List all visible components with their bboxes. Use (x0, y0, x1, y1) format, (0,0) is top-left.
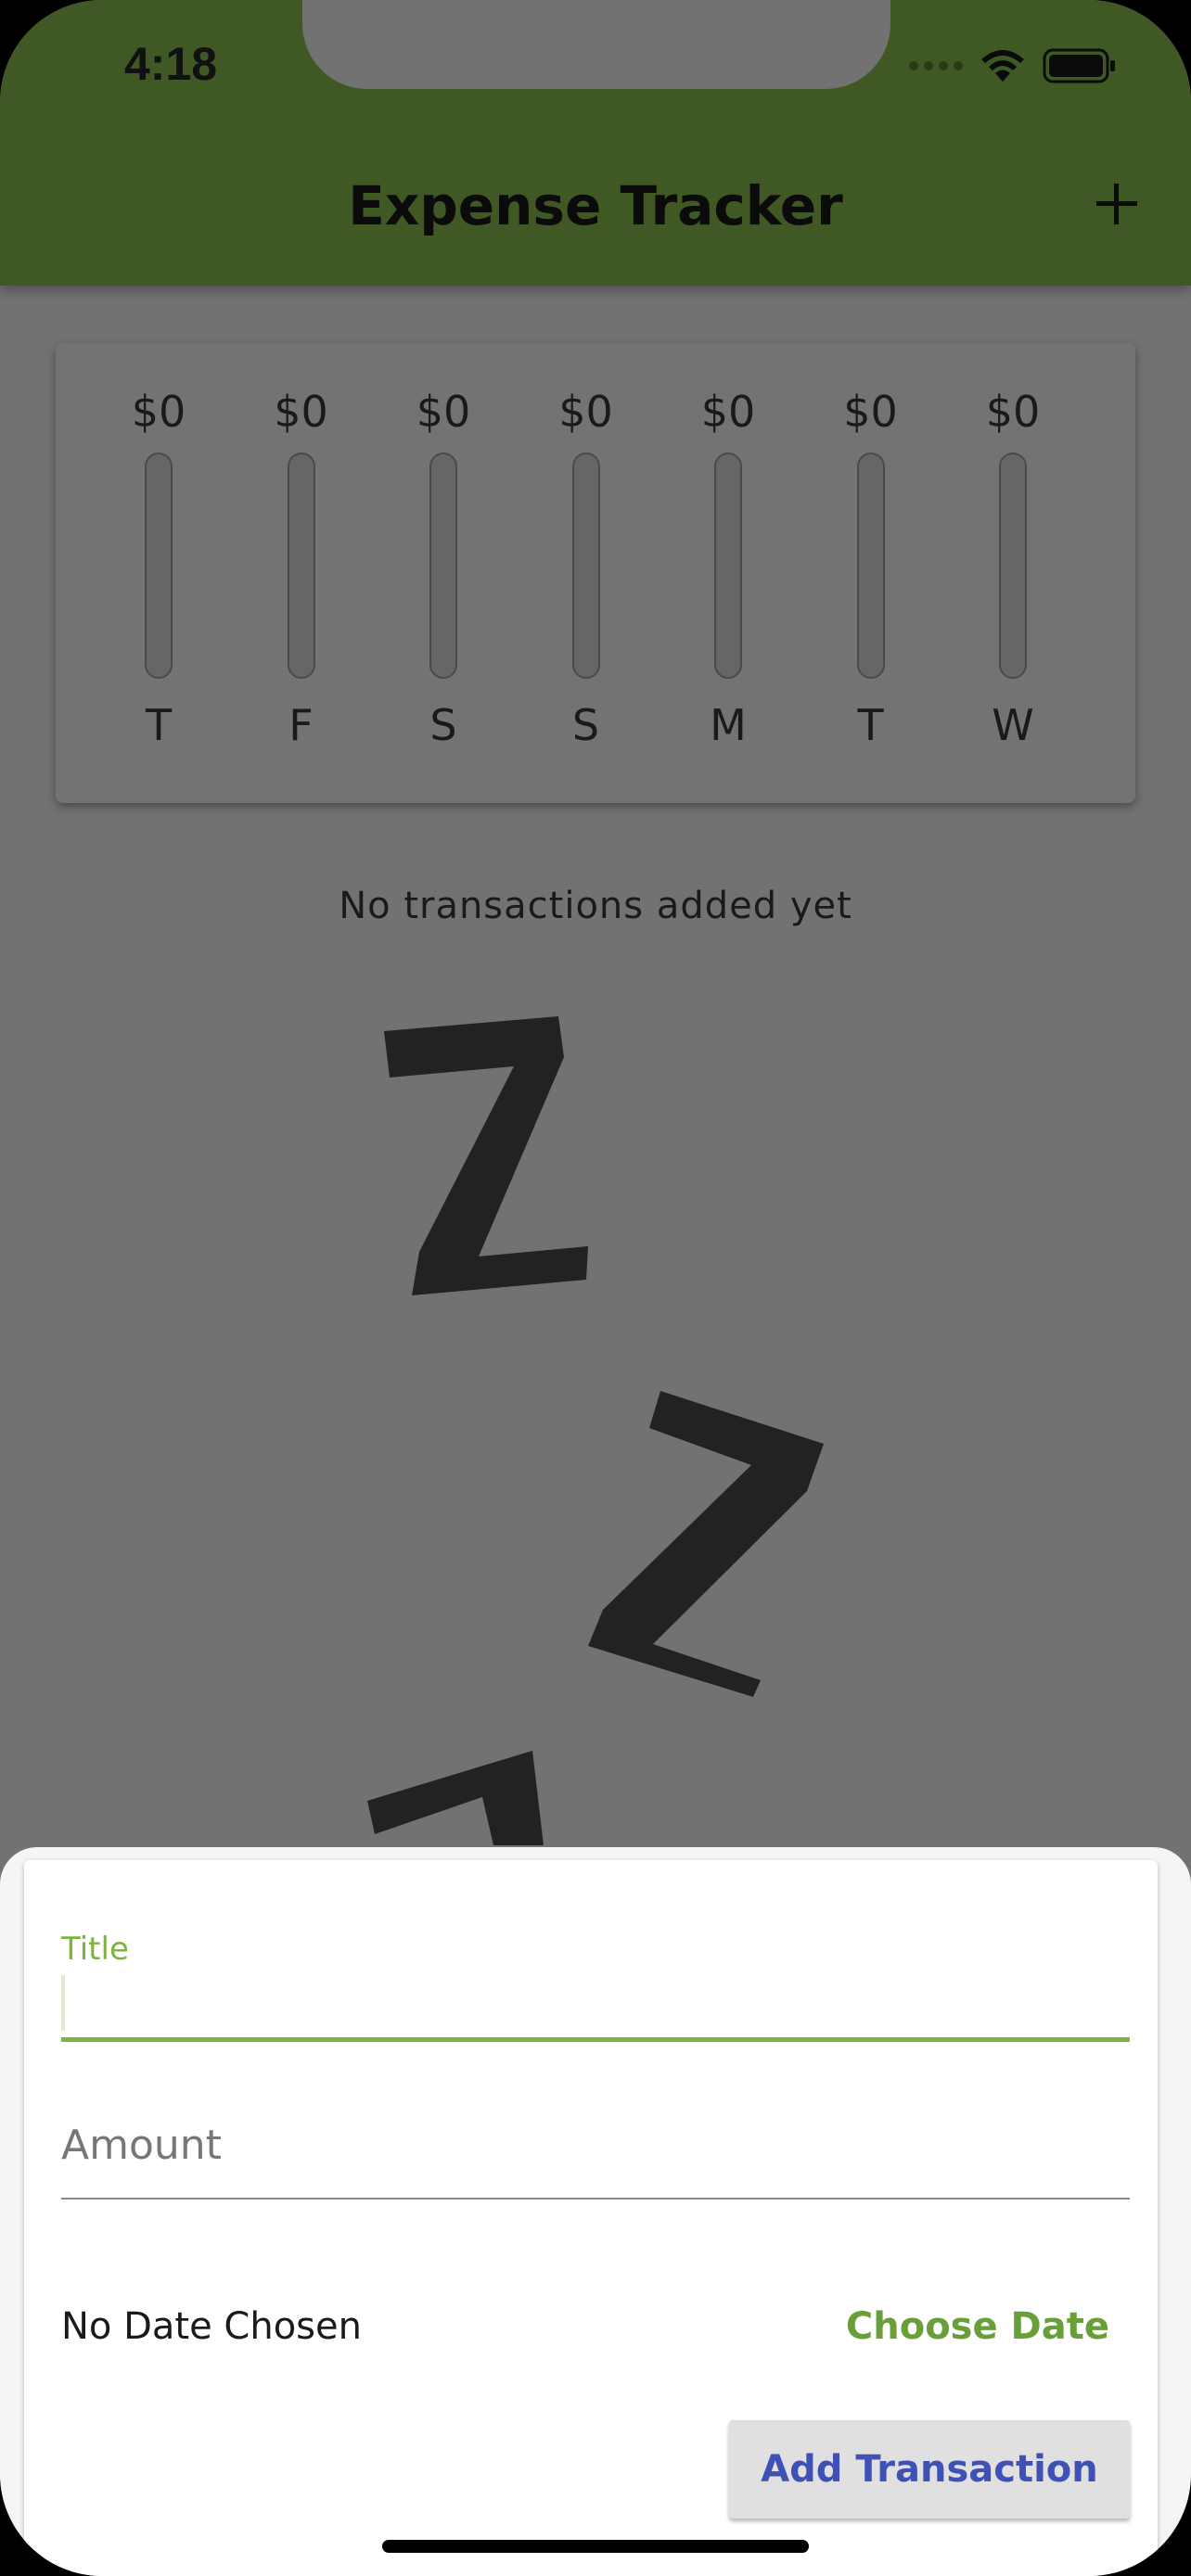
chart-bar-day: T (857, 700, 884, 750)
chart-bar-day: T (145, 700, 173, 750)
add-transaction-sheet: Title No Date Chosen Choose Date Add Tra… (0, 1847, 1191, 2576)
chart-bar-amount: $0 (843, 387, 898, 437)
chart-bar-day: F (288, 700, 314, 750)
chart-bar-0: $0 T (94, 384, 224, 753)
chart-bar-track (429, 453, 457, 679)
amount-input[interactable] (61, 2092, 1130, 2200)
add-icon[interactable] (1089, 176, 1145, 232)
chart-bar-3: $0 S (521, 384, 651, 753)
chart-bar-day: S (571, 700, 600, 750)
wifi-icon (980, 48, 1026, 83)
sleep-zzz-image (367, 1016, 824, 1845)
title-field-label: Title (61, 1931, 129, 1968)
weekly-chart: $0 T $0 F $0 S $0 S $0 M $0 T $0 W (56, 343, 1135, 803)
status-icons (909, 48, 1117, 83)
chart-bar-6: $0 W (948, 384, 1078, 753)
chart-bar-track (145, 453, 173, 679)
chart-bar-4: $0 M (663, 384, 793, 753)
cellular-signal-icon (909, 61, 963, 70)
home-indicator[interactable] (382, 2540, 809, 2553)
chart-bar-track (287, 453, 315, 679)
chart-bar-day: W (992, 700, 1034, 750)
chart-bar-track (999, 453, 1027, 679)
chart-bar-day: S (429, 700, 457, 750)
app-screen: 4:18 Expense Tracker $0 T $0 F $0 S $0 S… (0, 0, 1191, 2576)
page-title: Expense Tracker (348, 174, 843, 237)
status-time: 4:18 (124, 38, 218, 90)
chart-bar-amount: $0 (985, 387, 1041, 437)
device-notch (302, 0, 890, 89)
choose-date-button[interactable]: Choose Date (846, 2296, 1109, 2357)
chart-bar-2: $0 S (378, 384, 508, 753)
chart-bar-5: $0 T (806, 384, 936, 753)
chart-bar-amount: $0 (131, 387, 186, 437)
battery-icon (1043, 48, 1117, 83)
chart-bar-track (571, 453, 600, 679)
chart-bar-day: M (710, 700, 747, 750)
chart-bar-1: $0 F (237, 384, 366, 753)
chart-bar-amount: $0 (416, 387, 471, 437)
chart-bar-track (714, 453, 742, 679)
chosen-date-text: No Date Chosen (61, 2305, 362, 2348)
add-transaction-button[interactable]: Add Transaction (729, 2420, 1130, 2519)
chart-bar-track (856, 453, 885, 679)
empty-transactions-message: No transactions added yet (339, 885, 852, 927)
chart-bar-amount: $0 (274, 387, 328, 437)
title-input[interactable] (61, 1968, 1130, 2042)
chart-bar-amount: $0 (700, 387, 756, 437)
text-cursor (61, 1975, 65, 2031)
chart-bar-amount: $0 (558, 387, 613, 437)
transaction-form: Title No Date Chosen Choose Date Add Tra… (24, 1860, 1158, 2576)
